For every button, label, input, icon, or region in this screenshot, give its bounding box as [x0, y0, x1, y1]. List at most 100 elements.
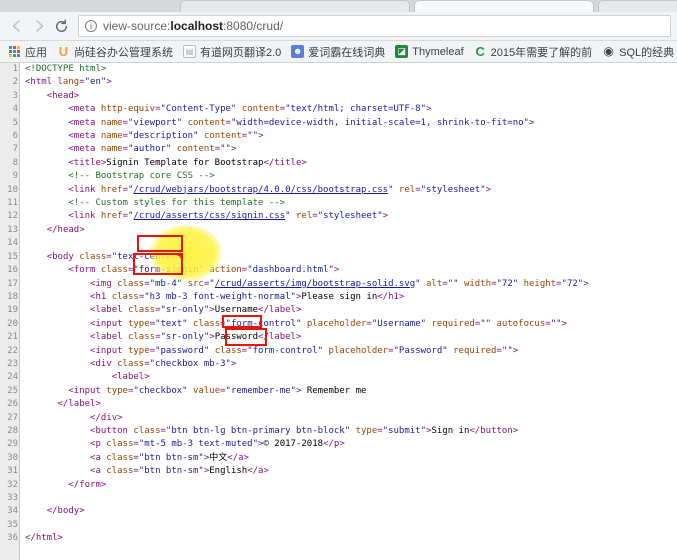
line-number: 20	[7, 318, 18, 329]
line-number: 25	[7, 385, 18, 396]
address-bar[interactable]: i view-source:localhost:8080/crud/	[78, 15, 671, 37]
code-token-tag: </button>	[469, 425, 519, 436]
bookmark-shangguigu-oa[interactable]: U 尚硅谷办公管理系统	[52, 43, 178, 61]
code-token-att: class	[106, 466, 134, 477]
code-token-val: "72"	[496, 278, 519, 289]
code-token-tag: <img	[90, 278, 118, 289]
line-number: 15	[7, 251, 18, 262]
bookmark-sql-classics[interactable]: ◉ SQL的经典	[597, 43, 677, 61]
code-token-tag: </label>	[258, 305, 302, 316]
code-token-tag: </a>	[247, 466, 269, 477]
line-number: 10	[7, 184, 18, 195]
url-text: view-source:localhost:8080/crud/	[103, 19, 283, 33]
code-token-val: ""	[247, 131, 259, 142]
browser-tab-2[interactable]	[414, 0, 594, 12]
code-token-tag: <meta	[68, 104, 101, 115]
url-path: :8080/crud/	[223, 19, 284, 33]
browser-toolbar: i view-source:localhost:8080/crud/	[0, 12, 677, 41]
line-number: 9	[12, 171, 18, 182]
line-number: 35	[7, 519, 18, 530]
code-token-val: "password"	[155, 345, 210, 356]
c-logo-icon: C	[475, 45, 485, 58]
code-token-tag: </div>	[90, 412, 123, 423]
code-token-tag: <label	[90, 305, 128, 316]
info-circle-icon[interactable]: i	[85, 20, 97, 32]
line-number: 1	[12, 64, 18, 74]
code-token-txt: © 2017-2018	[263, 439, 324, 450]
code-token-att: src	[187, 278, 204, 289]
source-code[interactable]: 1 <!DOCTYPE html> 2 <html lang="en"> 3 <he…	[0, 63, 588, 546]
code-token-val: "dashboard.html"	[247, 265, 334, 276]
code-token-att: content	[241, 104, 280, 115]
code-token-att: href	[100, 211, 123, 222]
bookmark-label: 爱词霸在线词典	[308, 46, 386, 59]
reload-button[interactable]	[50, 15, 72, 37]
code-token-tag: </html>	[25, 533, 63, 544]
line-number: 29	[7, 439, 18, 450]
code-token-lnk[interactable]: /crud/asserts/css/signin.css	[133, 211, 285, 221]
code-token-val: "sr-only"	[160, 332, 210, 343]
code-token-att: content	[203, 131, 242, 142]
line-number: 32	[7, 479, 18, 490]
code-token-att: name	[100, 117, 123, 128]
browser-tab-1[interactable]	[180, 0, 410, 12]
code-token-tag: <meta	[68, 144, 101, 155]
code-token-att: class	[127, 305, 156, 316]
u-logo-icon: U	[58, 45, 69, 58]
forward-button[interactable]	[28, 15, 50, 37]
code-token-tag: >	[230, 144, 237, 155]
code-token-txt: Sign in	[431, 425, 470, 436]
code-token-val: "submit"	[382, 425, 427, 436]
bookmark-youdao-translate[interactable]: ▤ 有道网页翻译2.0	[178, 43, 286, 61]
code-token-att: autofocus	[496, 318, 546, 329]
bookmark-thymeleaf[interactable]: ◪ Thymeleaf	[390, 43, 468, 61]
browser-tab-3[interactable]	[598, 0, 677, 12]
bookmark-apps[interactable]: 应用	[4, 43, 52, 61]
code-token-tag: <input	[68, 385, 107, 396]
code-token-tag: </p>	[323, 439, 345, 450]
bookmark-label: 2015年需要了解的前	[490, 46, 593, 59]
line-number: 11	[7, 198, 18, 209]
code-token-val: ""	[550, 318, 562, 329]
code-token-val: "form-control"	[247, 345, 324, 356]
code-token-att: placeholder	[306, 318, 367, 329]
line-number: 36	[7, 533, 18, 544]
code-token-val: "stylesheet"	[317, 211, 383, 222]
line-number: 26	[7, 399, 18, 410]
code-token-val: ""	[501, 345, 513, 356]
bookmark-2015-frontend-article[interactable]: C 2015年需要了解的前	[469, 43, 597, 61]
code-token-txt: 中文	[209, 452, 228, 463]
back-button[interactable]	[6, 15, 28, 37]
code-token-lnk[interactable]: /crud/asserts/img/bootstrap-solid.svg	[215, 279, 415, 289]
url-host: localhost	[170, 19, 224, 33]
code-token-tag: >	[258, 131, 264, 142]
back-arrow-icon	[12, 20, 20, 32]
code-token-val: "sr-only"	[160, 305, 210, 316]
line-number: 28	[7, 425, 18, 436]
code-token-att: placeholder	[328, 345, 389, 356]
line-number: 14	[7, 238, 18, 249]
code-token-tag: </label>	[57, 399, 101, 410]
code-token-tag: <meta	[68, 117, 101, 128]
code-token-lnk[interactable]: /crud/webjars/bootstrap/4.0.0/css/bootst…	[133, 185, 388, 195]
line-number: 33	[7, 493, 18, 503]
code-token-val: "h3 mb-3 font-weight-normal"	[144, 291, 296, 302]
code-token-tag: >	[561, 318, 567, 329]
code-token-att: value	[193, 385, 221, 396]
code-token-tag: </a>	[227, 452, 249, 463]
line-number: 17	[7, 278, 18, 289]
bookmarks-bar: 应用 U 尚硅谷办公管理系统 ▤ 有道网页翻译2.0 ☻ 爱词霸在线词典 ◪ T…	[0, 41, 677, 63]
bookmark-iciba-dictionary[interactable]: ☻ 爱词霸在线词典	[286, 43, 390, 61]
